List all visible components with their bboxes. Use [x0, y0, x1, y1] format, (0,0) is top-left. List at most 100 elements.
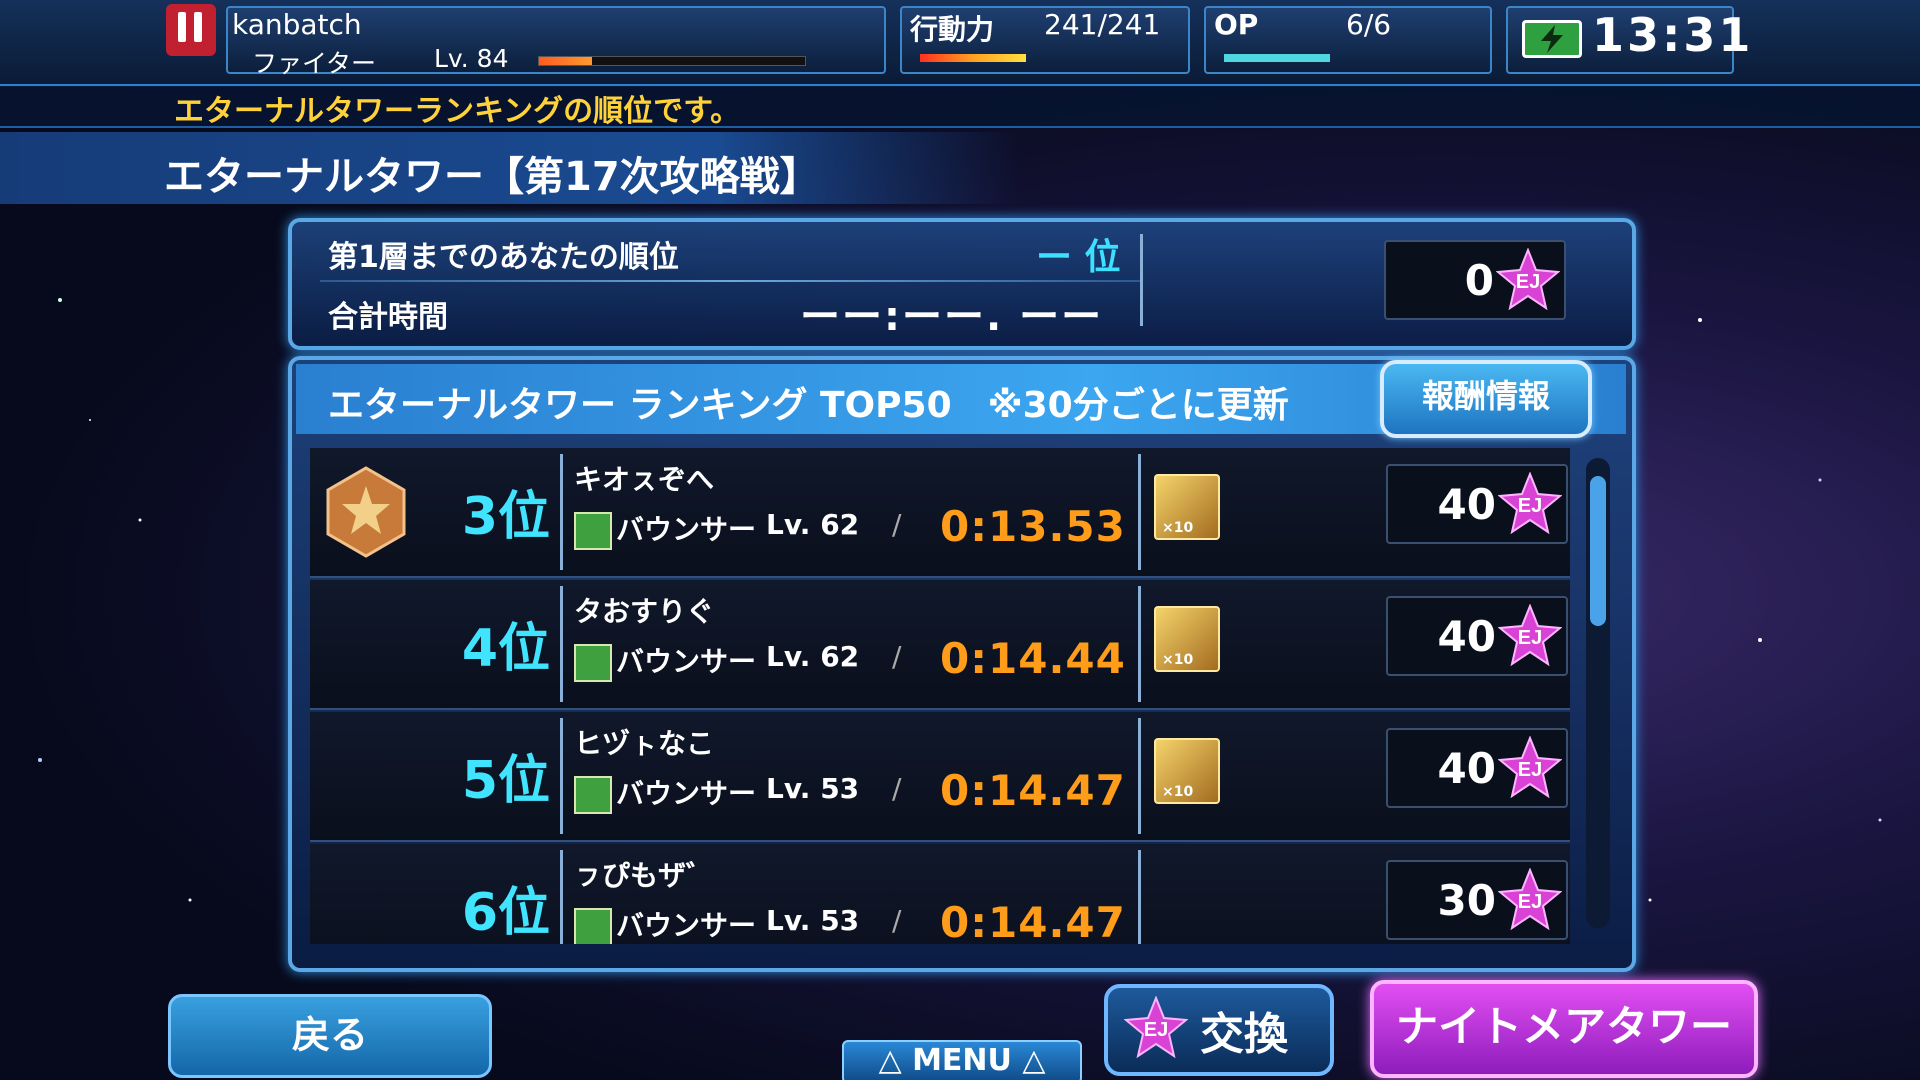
- rank-number: 3位: [461, 487, 550, 547]
- bronze-medal-icon: [326, 466, 406, 558]
- ej-value: 40: [1437, 480, 1496, 529]
- my-ej-value: 0: [1464, 256, 1494, 305]
- nightmare-tower-button[interactable]: ナイトメアタワー ≫: [1370, 980, 1758, 1078]
- reward-item-icon[interactable]: ×10: [1154, 606, 1220, 672]
- separator: [560, 850, 563, 944]
- separator: [1138, 718, 1141, 834]
- slash-separator: /: [892, 508, 902, 541]
- ej-star-icon: EJ: [1498, 604, 1562, 667]
- svg-text:EJ: EJ: [1516, 271, 1540, 293]
- separator: [1138, 454, 1141, 570]
- player-level: Lv. 53: [766, 772, 860, 805]
- rank-number: 5位: [461, 751, 550, 811]
- rank-number: 6位: [461, 883, 550, 943]
- player-level: Lv. 62: [766, 508, 860, 541]
- separator: [1138, 850, 1141, 944]
- svg-text:EJ: EJ: [1518, 891, 1542, 913]
- ej-reward-box: 40 EJ: [1386, 728, 1568, 808]
- class-icon: [574, 644, 612, 682]
- player-class: ファイター: [252, 49, 377, 78]
- player-class: バウンサー: [616, 645, 757, 678]
- reward-item-icon[interactable]: ×10: [1154, 738, 1220, 804]
- message-bar: エターナルタワーランキングの順位です。: [0, 86, 1920, 129]
- player-class: バウンサー: [616, 513, 757, 546]
- ej-star-icon: EJ: [1124, 996, 1188, 1059]
- svg-text:EJ: EJ: [1518, 495, 1542, 517]
- player-name: ヒヅㇳなこ: [574, 727, 715, 760]
- ej-star-icon: EJ: [1498, 472, 1562, 535]
- ej-reward-box: 40 EJ: [1386, 596, 1568, 676]
- op-bar: [1224, 54, 1330, 62]
- player-class: バウンサー: [616, 909, 757, 942]
- ej-reward-box: 30 EJ: [1386, 860, 1568, 940]
- player-name: タおすりぐ: [574, 595, 715, 628]
- my-rank-value: ー 位: [1036, 237, 1121, 278]
- clear-time: 0:14.44: [940, 634, 1126, 683]
- separator: [1138, 586, 1141, 702]
- separator: [560, 586, 563, 702]
- stamina-bar: [920, 54, 1026, 62]
- stamina-label: 行動力: [910, 13, 995, 46]
- ranking-row[interactable]: 3位 キオㇲぞへバウンサー Lv. 62 / 0:13.53 ×10 40 EJ: [310, 448, 1570, 578]
- ej-value: 30: [1437, 876, 1496, 925]
- ej-reward-box: 40 EJ: [1386, 464, 1568, 544]
- exchange-label: 交換: [1200, 1009, 1288, 1060]
- op-value: 6/6: [1346, 8, 1392, 41]
- ej-value: 40: [1437, 744, 1496, 793]
- svg-text:EJ: EJ: [1518, 759, 1542, 781]
- divider: [320, 280, 1140, 282]
- title-bar: エターナルタワー【第17次攻略戦】: [0, 132, 1020, 204]
- rank-number: 4位: [461, 619, 550, 679]
- slash-separator: /: [892, 640, 902, 673]
- ranking-row[interactable]: 6位 ㇷぴもザ゛ バウンサー Lv. 53 / 0:14.47 30 EJ: [310, 844, 1570, 944]
- my-rank-label: 第1層までのあなたの順位: [328, 240, 679, 275]
- separator: [1140, 234, 1143, 326]
- reward-info-button[interactable]: 報酬情報: [1380, 360, 1592, 438]
- game-screen: kanbatch ファイター Lv. 84 行動力 241/241 OP 6/6…: [0, 0, 1920, 1080]
- ej-star-icon: EJ: [1496, 248, 1560, 311]
- ranking-row[interactable]: 5位 ヒヅㇳなこバウンサー Lv. 53 / 0:14.47 ×10 40 EJ: [310, 712, 1570, 842]
- svg-text:EJ: EJ: [1144, 1019, 1168, 1041]
- reward-count: ×10: [1162, 520, 1194, 536]
- battery-charging-icon: [1522, 20, 1582, 58]
- exp-bar: [538, 56, 806, 66]
- status-bar: kanbatch ファイター Lv. 84 行動力 241/241 OP 6/6…: [0, 0, 1920, 87]
- player-class-icon: [166, 4, 216, 56]
- total-time-label: 合計時間: [328, 300, 448, 335]
- menu-button[interactable]: △ MENU △: [842, 1040, 1082, 1080]
- total-time-value: ーー:ーー. ーー: [800, 294, 1104, 340]
- ej-star-icon: EJ: [1498, 868, 1562, 931]
- stamina-value: 241/241: [1044, 8, 1161, 41]
- player-class: バウンサー: [616, 777, 757, 810]
- clock: 13:31: [1592, 8, 1754, 62]
- class-icon: [574, 512, 612, 550]
- svg-text:EJ: EJ: [1518, 627, 1542, 649]
- ej-exchange-button[interactable]: EJ 交換: [1104, 984, 1334, 1076]
- class-icon: [574, 908, 612, 944]
- ranking-title: エターナルタワー ランキング TOP50 ※30分ごとに更新: [328, 385, 1289, 426]
- reward-count: ×10: [1162, 784, 1194, 800]
- reward-item-icon[interactable]: ×10: [1154, 474, 1220, 540]
- slash-separator: /: [892, 772, 902, 805]
- ranking-row[interactable]: 4位 タおすりぐバウンサー Lv. 62 / 0:14.44 ×10 40 EJ: [310, 580, 1570, 710]
- player-name: ㇷぴもザ゛: [574, 859, 715, 892]
- player-level: Lv. 84: [434, 44, 509, 73]
- message-text: エターナルタワーランキングの順位です。: [174, 94, 741, 129]
- ej-star-icon: EJ: [1498, 736, 1562, 799]
- reward-count: ×10: [1162, 652, 1194, 668]
- back-button[interactable]: 戻る: [168, 994, 492, 1078]
- op-label: OP: [1214, 8, 1259, 41]
- ranking-scrollbar[interactable]: [1586, 458, 1610, 928]
- clear-time: 0:14.47: [940, 766, 1126, 815]
- page-title: エターナルタワー【第17次攻略戦】: [164, 154, 820, 200]
- class-icon: [574, 776, 612, 814]
- slash-separator: /: [892, 904, 902, 937]
- player-level: Lv. 53: [766, 904, 860, 937]
- my-ej-box: 0 EJ: [1384, 240, 1566, 320]
- player-name: kanbatch: [232, 8, 362, 41]
- clear-time: 0:13.53: [940, 502, 1126, 551]
- player-name: キオㇲぞへ: [574, 463, 715, 496]
- player-level: Lv. 62: [766, 640, 860, 673]
- separator: [560, 454, 563, 570]
- ranking-list[interactable]: 3位 キオㇲぞへバウンサー Lv. 62 / 0:13.53 ×10 40 EJ 4位 タおすり…: [300, 448, 1600, 944]
